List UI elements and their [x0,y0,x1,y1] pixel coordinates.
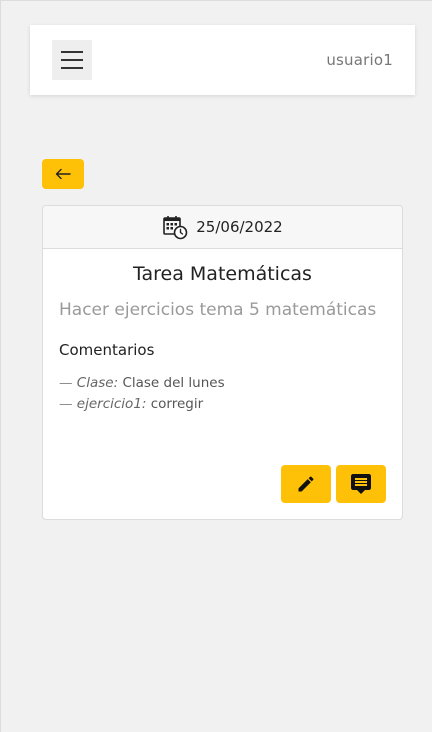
hamburger-icon [61,51,83,53]
calendar-clock-icon [163,216,188,240]
card-body: Tarea Matemáticas Hacer ejercicios tema … [43,249,402,415]
task-description: Hacer ejercicios tema 5 matemáticas [59,300,377,320]
pencil-icon [298,476,314,492]
comments-list: — Clase: Clase del lunes — ejercicio1: c… [59,373,386,415]
card-actions [281,465,386,503]
top-header: usuario1 [30,25,415,95]
arrow-left-icon [55,168,71,180]
comment-button[interactable] [336,465,386,503]
username-label[interactable]: usuario1 [326,51,393,69]
edit-button[interactable] [281,465,331,503]
comment-value: corregir [150,396,204,412]
task-card: 25/06/2022 Tarea Matemáticas Hacer ejerc… [42,205,403,520]
task-title: Tarea Matemáticas [133,263,312,285]
comment-key: ejercicio1: [76,396,147,412]
back-button[interactable] [42,159,84,189]
comment-icon [351,474,371,494]
task-date: 25/06/2022 [196,218,283,236]
comments-heading: Comentarios [59,341,155,359]
comment-item: — Clase: Clase del lunes [59,375,225,391]
comment-item: — ejercicio1: corregir [59,396,204,412]
comment-value: Clase del lunes [122,375,225,391]
card-header: 25/06/2022 [43,206,402,249]
menu-button[interactable] [52,40,92,80]
comment-key: Clase: [76,375,119,391]
